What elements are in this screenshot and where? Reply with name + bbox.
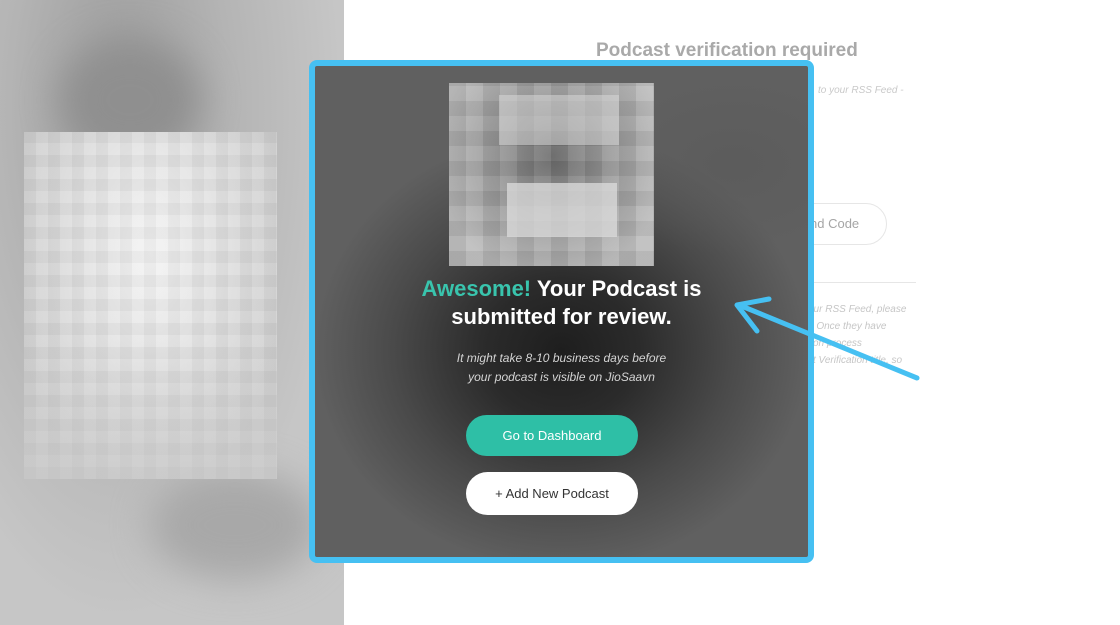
podcast-cover-image <box>449 83 654 266</box>
rss-instruction-text: to your RSS Feed - <box>818 85 904 96</box>
subtext-line1: It might take 8-10 business days before <box>456 351 667 365</box>
success-headline: Awesome! Your Podcast is submitted for r… <box>315 275 808 331</box>
blurred-left-panel <box>0 0 344 625</box>
submission-success-modal: Awesome! Your Podcast is submitted for r… <box>309 60 814 563</box>
screenshot-stage: Podcast verification required to your RS… <box>0 0 1120 625</box>
send-code-label: nd Code <box>810 216 860 231</box>
headline-line1: Your Podcast is <box>531 276 702 301</box>
page-title: Podcast verification required <box>596 40 858 61</box>
cover-pixel-block <box>507 183 617 237</box>
subtext-line2: your podcast is visible on JioSaavn <box>468 370 655 384</box>
blurred-cover-image <box>24 132 277 479</box>
headline-accent: Awesome! <box>421 276 532 301</box>
go-to-dashboard-button[interactable]: Go to Dashboard <box>466 415 638 456</box>
add-new-podcast-button[interactable]: + Add New Podcast <box>466 472 638 515</box>
cover-pixel-block <box>499 95 619 145</box>
divider <box>810 282 916 283</box>
headline-line2: submitted for review. <box>451 304 672 329</box>
review-timeline-text: It might take 8-10 business days before … <box>315 349 808 387</box>
